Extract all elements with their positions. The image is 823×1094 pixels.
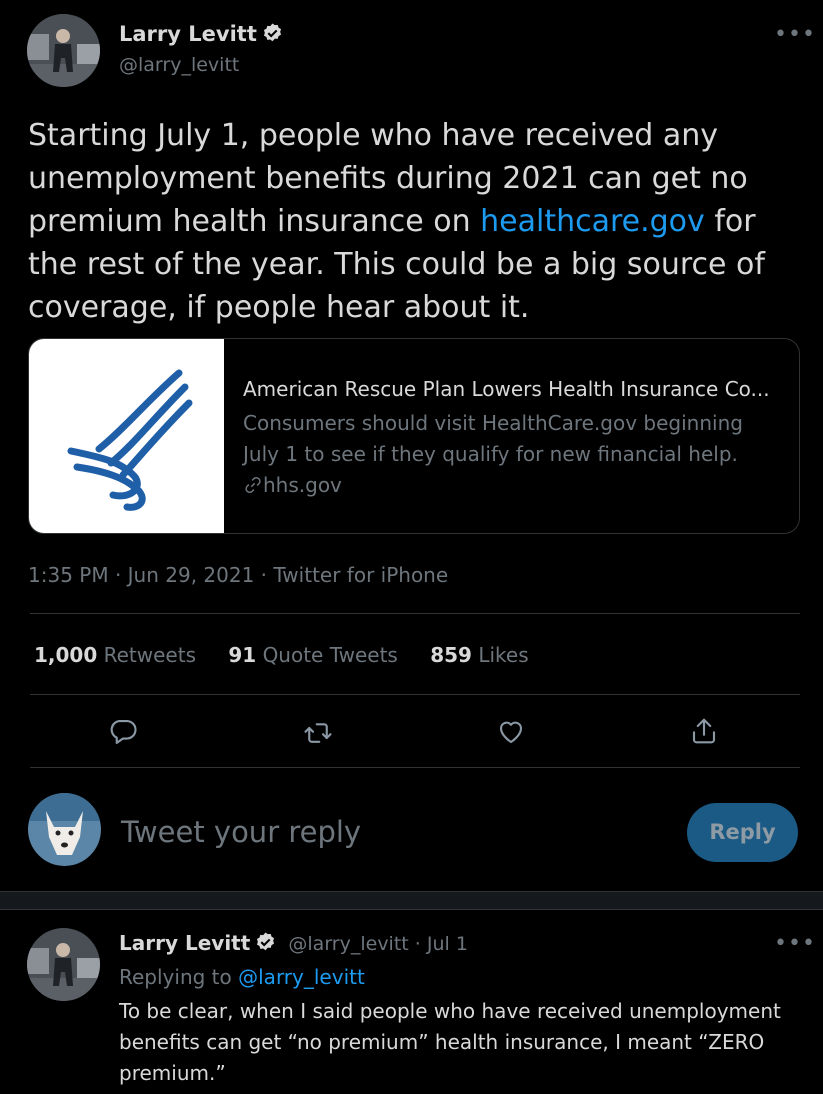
card-image [29, 339, 224, 533]
more-options-icon[interactable]: ••• [774, 22, 816, 47]
retweets-count: 1,000 [34, 643, 98, 667]
quotes-stat[interactable]: 91 Quote Tweets [228, 643, 398, 667]
like-icon[interactable] [496, 717, 526, 751]
divider [30, 767, 800, 768]
retweets-stat[interactable]: 1,000 Retweets [34, 643, 196, 667]
divider [30, 613, 800, 614]
card-domain: hhs.gov [263, 473, 342, 497]
reply-author-name[interactable]: Larry Levitt [119, 931, 250, 955]
share-icon[interactable] [689, 716, 719, 750]
author-handle[interactable]: @larry_levitt [119, 54, 239, 76]
author-name-row: Larry Levitt [119, 22, 284, 46]
stats-row: 1,000 Retweets 91 Quote Tweets 859 Likes [34, 643, 529, 667]
reply-header-row: Larry Levitt @larry_levitt · Jul 1 [119, 931, 468, 955]
likes-count: 859 [430, 643, 472, 667]
tweet-timestamp[interactable]: 1:35 PM · Jun 29, 2021 · Twitter for iPh… [28, 563, 448, 587]
author-name[interactable]: Larry Levitt [119, 22, 257, 46]
user-avatar[interactable] [28, 793, 101, 866]
reply-meta[interactable]: @larry_levitt · Jul 1 [288, 933, 468, 955]
quotes-label: Quote Tweets [262, 643, 398, 667]
reply-icon[interactable] [108, 716, 138, 750]
reply-text: To be clear, when I said people who have… [119, 999, 781, 1085]
likes-label: Likes [478, 643, 529, 667]
hhs-eagle-logo [67, 369, 193, 511]
card-description: Consumers should visit HealthCare.gov be… [243, 411, 743, 466]
quotes-count: 91 [228, 643, 257, 667]
replying-to-row: Replying to @larry_levitt [119, 965, 365, 989]
author-avatar[interactable] [27, 14, 100, 87]
retweet-icon[interactable] [303, 718, 333, 752]
replying-to-prefix: Replying to [119, 965, 239, 989]
reply-button[interactable]: Reply [687, 803, 798, 862]
retweets-label: Retweets [103, 643, 196, 667]
link-icon [243, 475, 263, 495]
thread-separator [0, 891, 823, 910]
reply-input[interactable]: Tweet your reply [121, 815, 661, 849]
more-options-icon[interactable]: ••• [774, 931, 816, 956]
tweet-link[interactable]: healthcare.gov [480, 204, 705, 239]
likes-stat[interactable]: 859 Likes [430, 643, 528, 667]
link-card[interactable]: American Rescue Plan Lowers Health Insur… [28, 338, 800, 534]
card-title: American Rescue Plan Lowers Health Insur… [243, 377, 770, 401]
tweet-text: Starting July 1, people who have receive… [28, 114, 798, 329]
card-domain-row: hhs.gov [243, 473, 342, 497]
reply-author-avatar[interactable] [27, 928, 100, 1001]
verified-badge-icon [261, 22, 284, 45]
divider [30, 694, 800, 695]
replying-to-handle[interactable]: @larry_levitt [238, 965, 365, 989]
verified-badge-icon [254, 931, 277, 954]
